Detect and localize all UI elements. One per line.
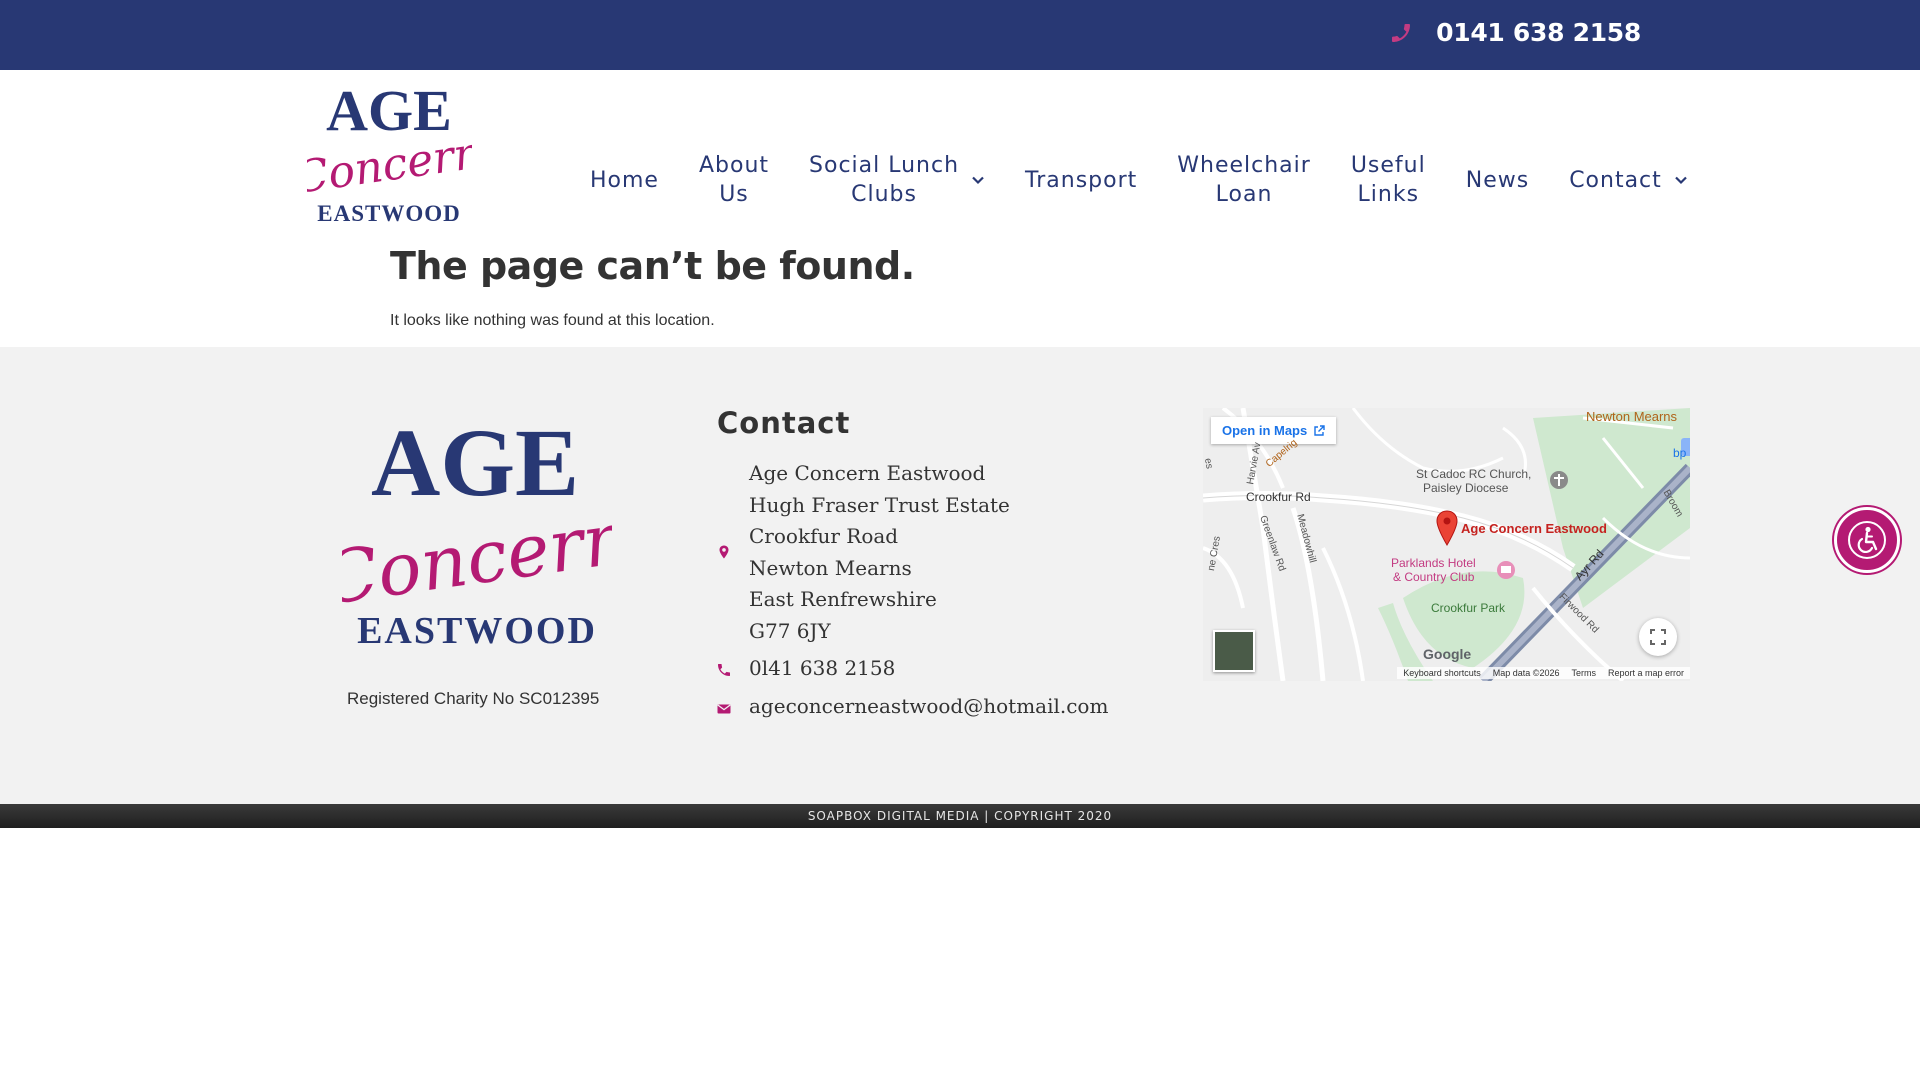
nav-transport[interactable]: Transport (1025, 166, 1137, 195)
address-line: G77 6JY (749, 618, 831, 643)
address-line: Age Concern Eastwood (749, 461, 986, 485)
map-label: & Country Club (1393, 570, 1475, 584)
contact-heading: Contact (717, 406, 851, 440)
nav-label: Home (590, 167, 659, 193)
footer-email-link[interactable]: ageconcerneastwood@hotmail.com (749, 694, 1108, 718)
chevron-down-icon (1675, 176, 1687, 185)
map-label: Crookfur Park (1431, 601, 1506, 615)
envelope-icon (717, 704, 731, 714)
open-in-maps-link[interactable]: Open in Maps (1211, 417, 1337, 444)
map-attribution: Keyboard shortcuts Map data ©2026 Terms … (1203, 665, 1690, 681)
nav-label: Useful Links (1350, 153, 1426, 207)
footer-logo-age-text: AGE (371, 415, 579, 516)
accessibility-icon (1848, 521, 1886, 559)
not-found-message: It looks like nothing was found at this … (390, 312, 715, 329)
phone-icon (1392, 23, 1411, 42)
map-label: St Cadoc RC Church, (1416, 467, 1532, 481)
chevron-down-icon (972, 176, 984, 185)
address-line: Hugh Fraser Trust Estate (749, 492, 1010, 517)
address-line: Newton Mearns (749, 555, 912, 580)
page-title: The page can’t be found. (390, 244, 915, 288)
nav-about-us[interactable]: About Us (699, 151, 769, 209)
fullscreen-icon (1650, 629, 1666, 645)
map-data-text: Map data ©2026 (1486, 667, 1566, 679)
footer-logo: AGE Concern EASTWOOD (342, 415, 612, 647)
nav-contact[interactable]: Contact (1569, 166, 1688, 195)
external-link-icon (1314, 424, 1325, 436)
report-map-error-link[interactable]: Report a map error (1601, 667, 1690, 679)
map-label: bp (1673, 446, 1687, 460)
address-block: Age Concern Eastwood Hugh Fraser Trust E… (749, 458, 1010, 647)
map-label: Crookfur Rd (1246, 490, 1311, 504)
nav-label: Social Lunch Clubs (809, 153, 960, 207)
top-phone-number: 0141 638 2158 (1436, 18, 1641, 47)
copyright-text: SOAPBOX DIGITAL MEDIA | COPYRIGHT 2020 (807, 809, 1113, 823)
nav-social-lunch-clubs[interactable]: Social Lunch Clubs (809, 151, 985, 209)
map-fullscreen-button[interactable] (1639, 618, 1677, 656)
nav-home[interactable]: Home (590, 166, 659, 195)
map-pin-icon (719, 545, 729, 559)
copyright-bar: SOAPBOX DIGITAL MEDIA | COPYRIGHT 2020 (0, 804, 1920, 828)
nav-wheelchair-loan[interactable]: Wheelchair Loan (1177, 151, 1311, 209)
nav-label: Wheelchair Loan (1177, 153, 1311, 207)
map-label: Newton Mearns (1586, 409, 1678, 424)
nav-label: Contact (1569, 167, 1662, 193)
nav-news[interactable]: News (1466, 166, 1529, 195)
main-nav: Home About Us Social Lunch Clubs Transpo… (590, 150, 1688, 210)
open-in-maps-label: Open in Maps (1222, 423, 1308, 438)
keyboard-shortcuts-link[interactable]: Keyboard shortcuts (1397, 667, 1487, 679)
google-logo: Google (1423, 646, 1472, 662)
nav-label: Transport (1025, 167, 1138, 193)
footer-phone-link[interactable]: 0l41 638 2158 (749, 656, 895, 680)
map-pin-icon[interactable] (1435, 510, 1459, 546)
accessibility-button[interactable] (1834, 507, 1900, 573)
charity-number: Registered Charity No SC012395 (347, 689, 600, 708)
top-bar: 0141 638 2158 (0, 0, 1920, 70)
top-phone-link[interactable]: 0141 638 2158 (1389, 18, 1641, 47)
terms-link[interactable]: Terms (1565, 667, 1602, 679)
address-line: Crookfur Road (749, 524, 899, 548)
embedded-map[interactable]: Open in Maps Newton Mearns bp St Cadoc R… (1203, 408, 1690, 681)
address-line: East Renfrewshire (749, 587, 937, 611)
map-label: Paisley Diocese (1423, 481, 1509, 495)
nav-label: About Us (698, 153, 770, 207)
map-label: Parklands Hotel (1391, 556, 1476, 570)
map-label: Age Concern Eastwood (1461, 521, 1607, 536)
phone-icon (718, 664, 730, 676)
logo-eastwood-text: EASTWOOD (317, 201, 460, 225)
nav-label: News (1465, 167, 1530, 193)
age-concern-logo[interactable]: AGE Concern EASTWOOD (307, 80, 472, 225)
map-label: es (1203, 457, 1215, 470)
nav-useful-links[interactable]: Useful Links (1351, 151, 1426, 209)
footer-logo-eastwood-text: EASTWOOD (357, 610, 597, 647)
